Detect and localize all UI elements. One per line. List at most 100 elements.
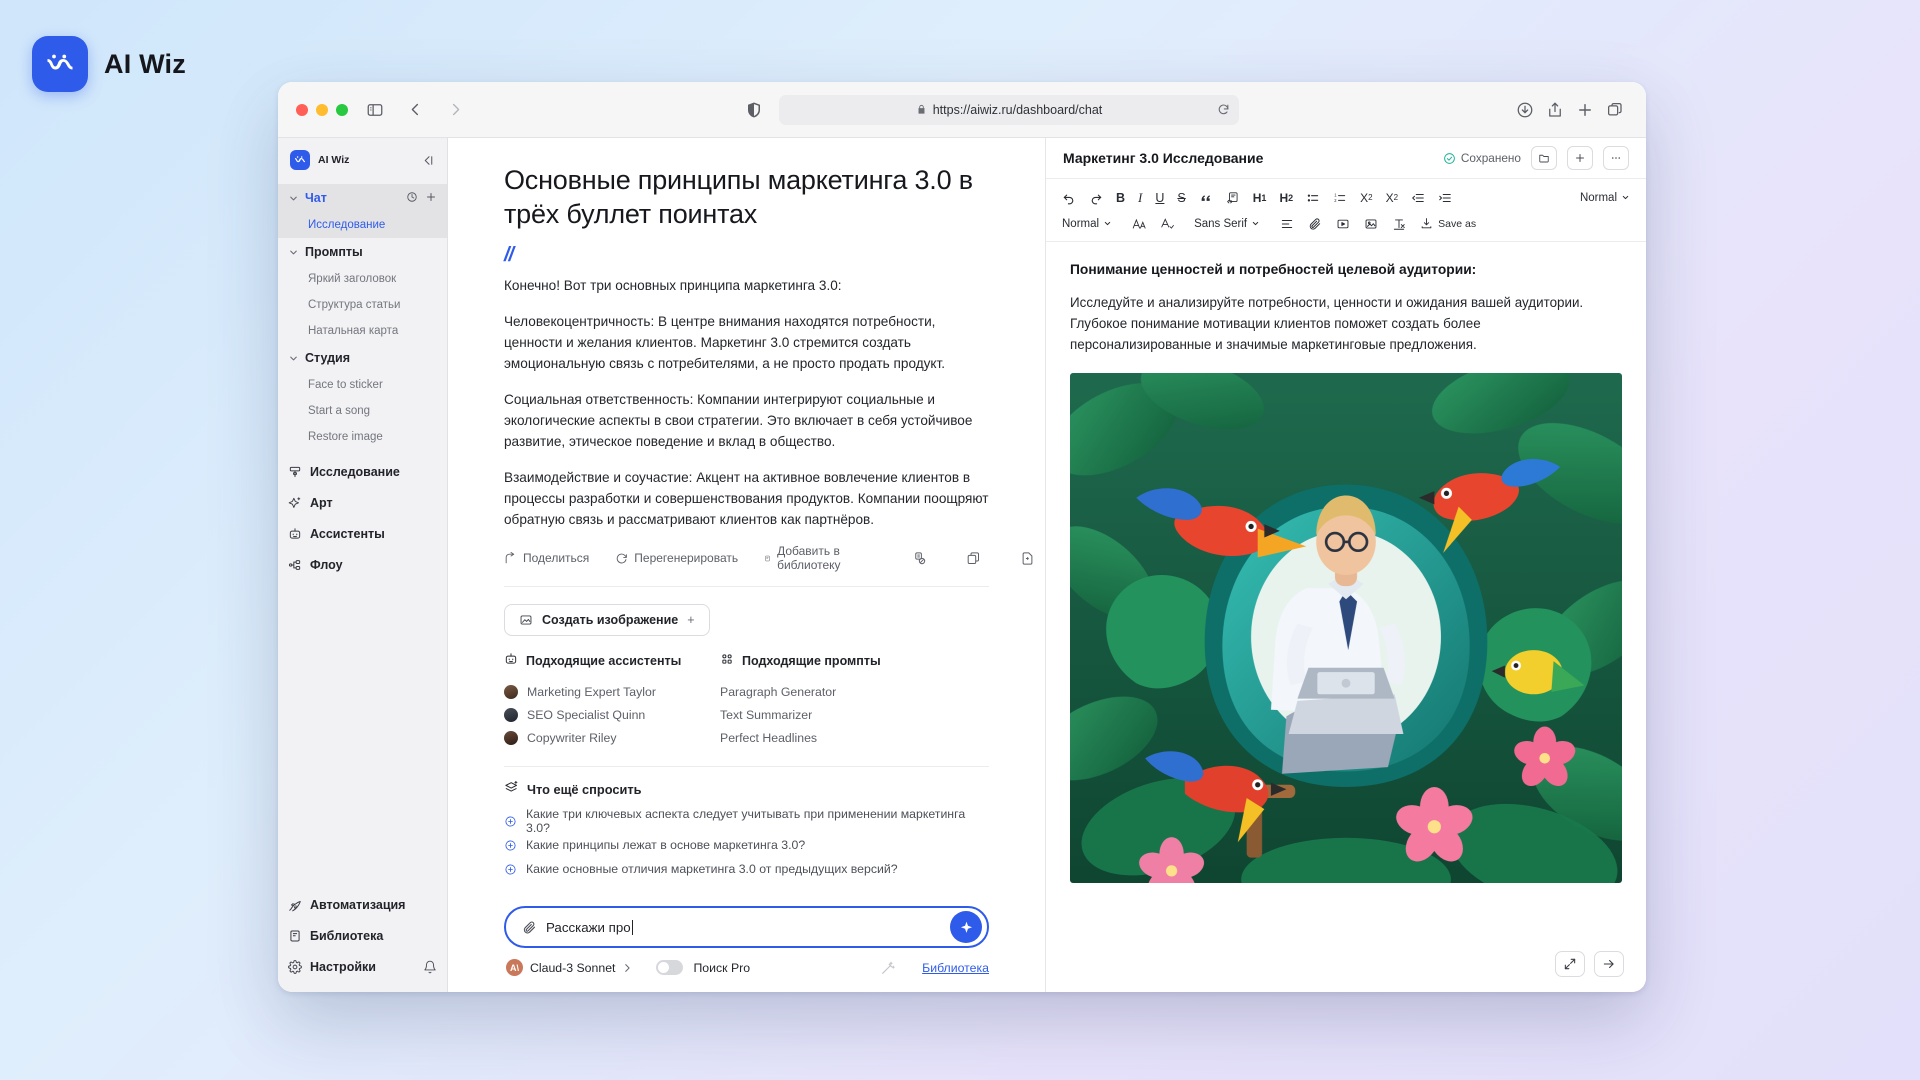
link-icon[interactable] xyxy=(1308,217,1322,231)
copy-icon[interactable] xyxy=(966,551,981,566)
reload-icon[interactable] xyxy=(1217,103,1230,116)
clear-format-icon[interactable] xyxy=(1392,217,1406,231)
maximize-window-button[interactable] xyxy=(336,104,348,116)
chat-history-icon[interactable] xyxy=(406,191,418,206)
assistant-item[interactable]: Marketing Expert Taylor xyxy=(504,680,720,703)
window-controls[interactable] xyxy=(296,104,348,116)
heading-1-button[interactable]: H1 xyxy=(1253,191,1267,205)
collapse-sidebar-icon[interactable] xyxy=(422,154,435,167)
sidebar-item-research[interactable]: Исследование xyxy=(278,456,447,487)
assistant-item[interactable]: SEO Specialist Quinn xyxy=(504,703,720,726)
close-window-button[interactable] xyxy=(296,104,308,116)
expand-icon[interactable] xyxy=(1555,951,1585,977)
send-button[interactable] xyxy=(950,911,982,943)
sidebar-item-face-to-sticker[interactable]: Face to sticker xyxy=(278,372,447,398)
export-icon[interactable] xyxy=(1020,551,1035,566)
outdent-icon[interactable] xyxy=(1411,191,1425,205)
back-icon[interactable] xyxy=(402,97,428,123)
indent-icon[interactable] xyxy=(1438,191,1452,205)
prompt-name: Text Summarizer xyxy=(720,708,812,722)
share-icon[interactable] xyxy=(1542,97,1568,123)
document-body[interactable]: Понимание ценностей и потребностей целев… xyxy=(1046,242,1646,936)
underline-button[interactable]: U xyxy=(1155,191,1164,205)
save-as-button[interactable]: Save as xyxy=(1420,217,1476,230)
sidebar-item-struktura-stati[interactable]: Структура статьи xyxy=(278,292,447,318)
image-icon[interactable] xyxy=(1364,217,1378,231)
sidebar-item-settings[interactable]: Настройки xyxy=(278,951,447,982)
numbered-list-icon[interactable]: 12 xyxy=(1333,191,1347,205)
sidebar-group-chat[interactable]: Чат xyxy=(278,184,447,212)
video-icon[interactable] xyxy=(1336,217,1350,231)
prompt-item[interactable]: Perfect Headlines xyxy=(720,726,989,749)
quote-icon[interactable] xyxy=(1199,191,1213,205)
folder-icon[interactable] xyxy=(1531,146,1557,170)
assistant-item[interactable]: Copywriter Riley xyxy=(504,726,720,749)
subscript-button[interactable]: X2 xyxy=(1360,191,1372,205)
sidebar-item-issledovanie-chat[interactable]: Исследование xyxy=(278,212,447,238)
superscript-button[interactable]: X2 xyxy=(1386,191,1398,205)
share-button[interactable]: Поделиться xyxy=(504,551,589,565)
arrow-right-icon[interactable] xyxy=(1594,951,1624,977)
forward-icon[interactable] xyxy=(442,97,468,123)
font-size-icon[interactable] xyxy=(1132,217,1146,231)
chevron-right-icon xyxy=(622,963,632,973)
paperclip-icon[interactable] xyxy=(522,920,537,935)
undo-icon[interactable] xyxy=(1062,191,1076,205)
prompt-item[interactable]: Text Summarizer xyxy=(720,703,989,726)
message-input-text[interactable]: Расскажи про xyxy=(546,920,631,935)
library-link[interactable]: Библиотека xyxy=(922,961,989,975)
more-icon[interactable] xyxy=(1603,146,1629,170)
tabs-icon[interactable] xyxy=(1602,97,1628,123)
regenerate-button[interactable]: Перегенерировать xyxy=(615,551,738,565)
bell-icon[interactable] xyxy=(423,960,437,974)
redo-icon[interactable] xyxy=(1089,191,1103,205)
prompt-item[interactable]: Paragraph Generator xyxy=(720,680,989,703)
sidebar-item-assistants[interactable]: Ассистенты xyxy=(278,518,447,549)
document-paragraph: Исследуйте и анализируйте потребности, ц… xyxy=(1070,293,1622,355)
style-select[interactable]: Normal xyxy=(1062,218,1112,230)
answer-paragraph: Конечно! Вот три основных принципа марке… xyxy=(504,275,989,296)
magic-wand-icon[interactable] xyxy=(880,960,896,976)
text-color-icon[interactable] xyxy=(1160,217,1174,231)
message-input-box[interactable]: Расскажи про xyxy=(504,906,989,948)
minimize-window-button[interactable] xyxy=(316,104,328,116)
ask-more-item[interactable]: Какие основные отличия маркетинга 3.0 от… xyxy=(504,857,989,881)
chevron-down-icon xyxy=(288,247,299,258)
sidebar-logo-icon xyxy=(290,150,310,170)
sidebar-item-start-a-song[interactable]: Start a song xyxy=(278,398,447,424)
sidebar-item-restore-image[interactable]: Restore image xyxy=(278,424,447,450)
pro-search-toggle[interactable] xyxy=(656,960,683,975)
bullet-list-icon[interactable] xyxy=(1306,191,1320,205)
new-chat-icon[interactable] xyxy=(425,191,437,206)
model-selector[interactable]: A\ Claud-3 Sonnet xyxy=(506,959,632,976)
create-image-button[interactable]: Создать изображение + xyxy=(504,604,710,636)
ask-more-item[interactable]: Какие три ключевых аспекта следует учиты… xyxy=(504,809,989,833)
ask-more-item[interactable]: Какие принципы лежат в основе маркетинга… xyxy=(504,833,989,857)
sidebar-item-library[interactable]: Библиотека xyxy=(278,920,447,951)
address-bar[interactable]: https://aiwiz.ru/dashboard/chat xyxy=(779,95,1239,125)
add-to-library-button[interactable]: Добавить в библиотеку xyxy=(764,544,846,572)
sidebar-toggle-icon[interactable] xyxy=(362,97,388,123)
sidebar-item-yarkiy-zagolovok[interactable]: Яркий заголовок xyxy=(278,266,447,292)
download-icon[interactable] xyxy=(1512,97,1538,123)
sidebar-item-flow[interactable]: Флоу xyxy=(278,549,447,580)
sidebar-group-prompts[interactable]: Промпты xyxy=(278,238,447,266)
mic-off-icon[interactable] xyxy=(912,551,927,566)
style-select-right[interactable]: Normal xyxy=(1580,192,1630,204)
font-family-select[interactable]: Sans Serif xyxy=(1194,218,1260,230)
gear-icon xyxy=(288,960,302,974)
shield-icon[interactable] xyxy=(741,97,767,123)
plus-icon[interactable] xyxy=(1567,146,1593,170)
italic-button[interactable]: I xyxy=(1138,190,1142,206)
bold-button[interactable]: B xyxy=(1116,191,1125,205)
code-block-icon[interactable] xyxy=(1226,191,1240,205)
sidebar-item-art[interactable]: Арт xyxy=(278,487,447,518)
sidebar-item-automation[interactable]: Автоматизация xyxy=(278,889,447,920)
sidebar-item-natalnaya-karta[interactable]: Натальная карта xyxy=(278,318,447,344)
heading-2-button[interactable]: H2 xyxy=(1279,191,1293,205)
strikethrough-button[interactable]: S xyxy=(1177,191,1185,205)
chat-scroll-area[interactable]: Основные принципы маркетинга 3.0 в трёх … xyxy=(448,138,1045,896)
sidebar-group-studio[interactable]: Студия xyxy=(278,344,447,372)
align-icon[interactable] xyxy=(1280,217,1294,231)
new-tab-icon[interactable] xyxy=(1572,97,1598,123)
